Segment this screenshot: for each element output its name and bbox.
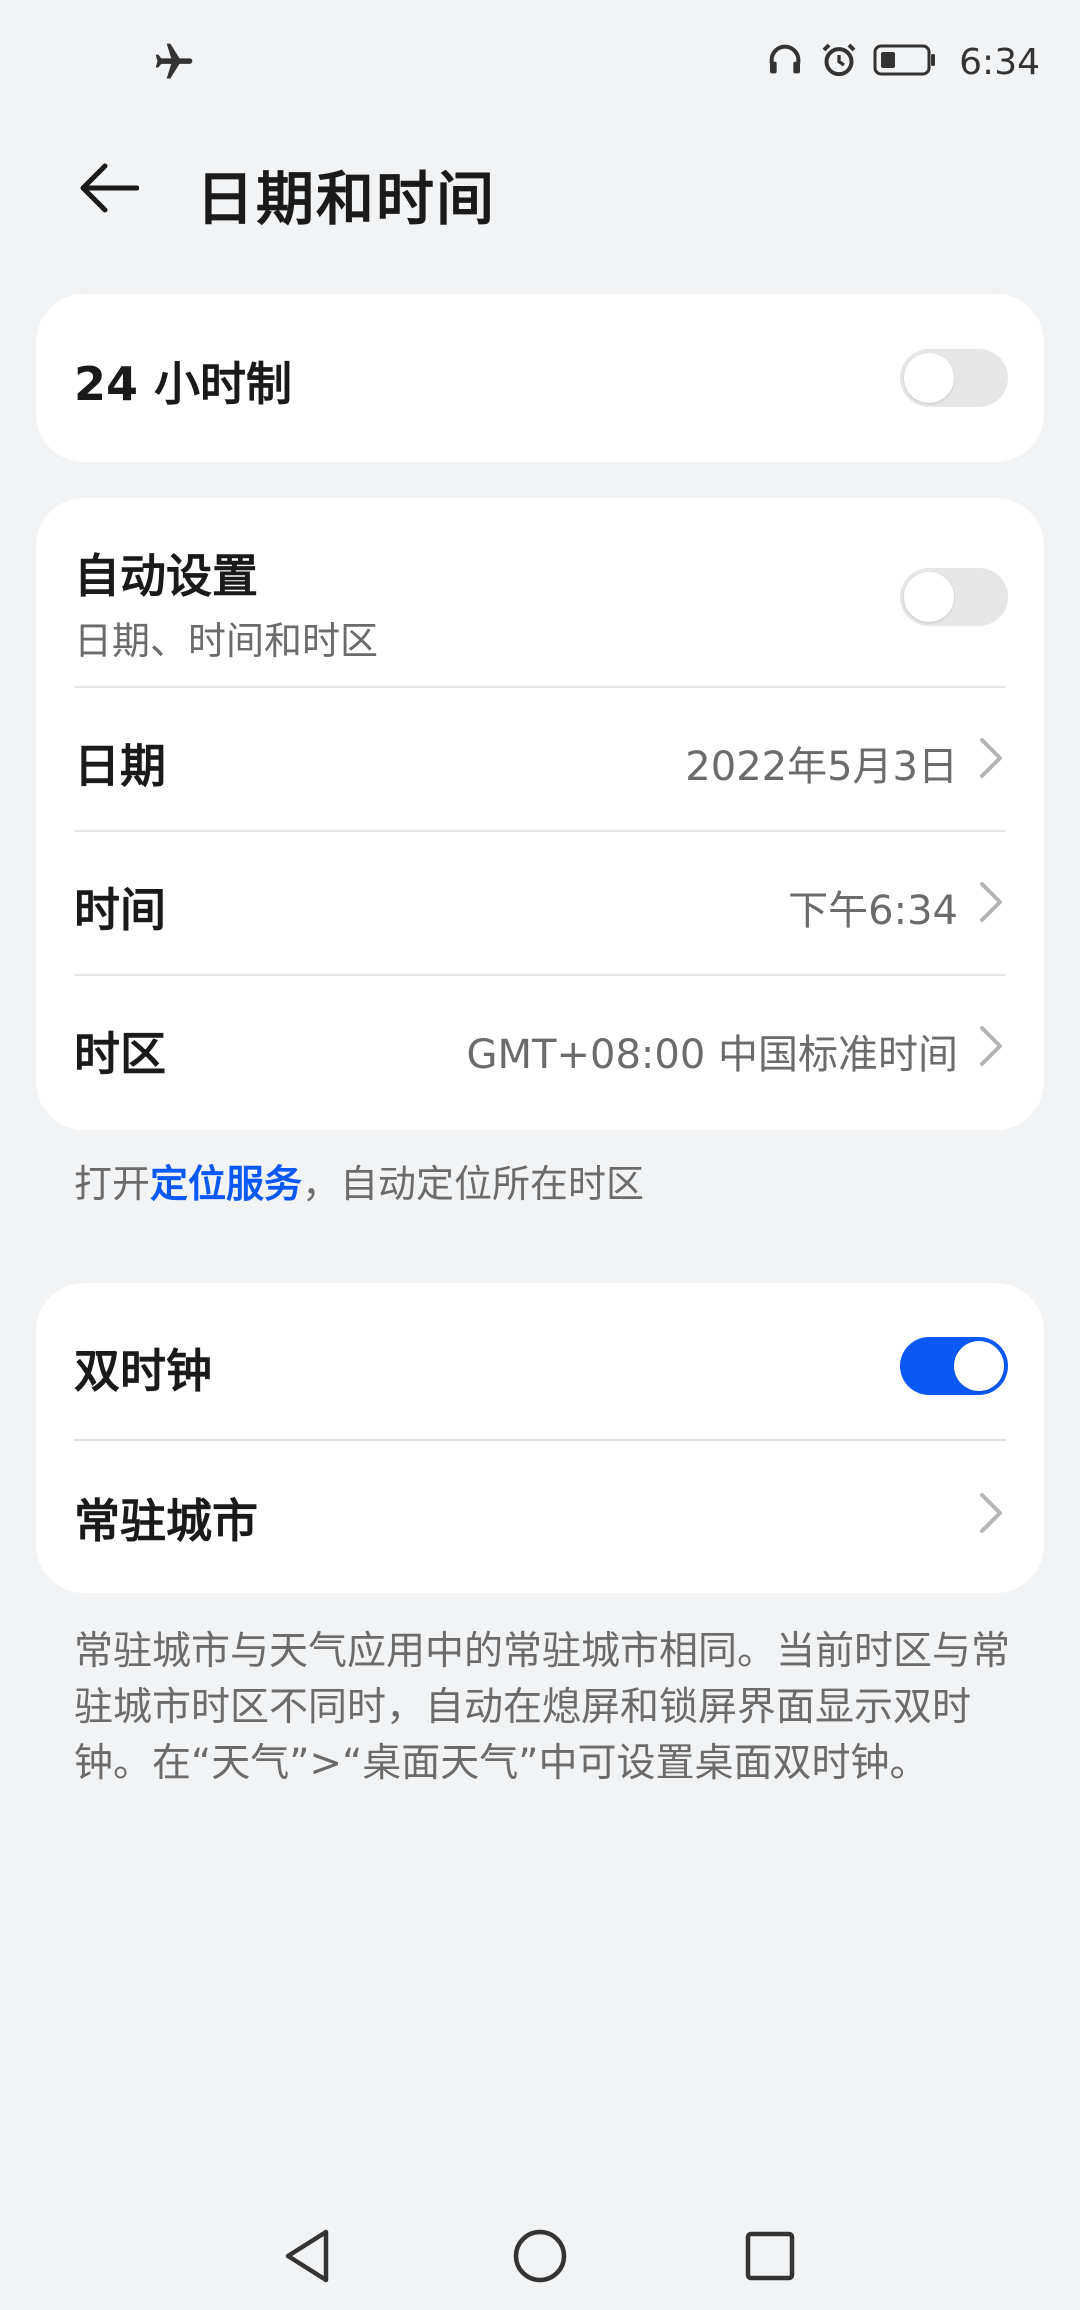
home-city-row[interactable]: 常驻城市 [36,1441,1044,1591]
auto-setting-toggle[interactable] [900,568,1008,626]
nav-home-button[interactable] [500,2216,580,2296]
airplane-icon [152,40,196,84]
time-row[interactable]: 时间 下午6:34 [36,832,1044,974]
status-bar: 6:34 [0,0,1080,120]
battery-icon [873,42,937,82]
chevron-right-icon [980,1026,1002,1066]
time-value: 下午6:34 [788,888,958,934]
auto-setting-row[interactable]: 自动设置 日期、时间和时区 [36,498,1044,686]
triangle-back-icon [285,2229,329,2283]
hour24-label: 24 小时制 [74,357,293,411]
timezone-label: 时区 [74,1027,166,1081]
alarm-icon [819,40,859,84]
timezone-row[interactable]: 时区 GMT+08:00 中国标准时间 [36,976,1044,1126]
page-title: 日期和时间 [196,165,497,233]
circle-home-icon [513,2229,567,2283]
hour24-card: 24 小时制 [36,294,1044,462]
nav-recents-button[interactable] [730,2216,810,2296]
auto-setting-label: 自动设置 [74,549,258,603]
status-time: 6:34 [959,41,1040,83]
date-row[interactable]: 日期 2022年5月3日 [36,688,1044,830]
location-service-link[interactable]: 定位服务 [150,1162,302,1206]
timezone-value: GMT+08:00 中国标准时间 [466,1032,958,1078]
date-label: 日期 [74,739,166,793]
chevron-right-icon [980,1493,1002,1533]
hour24-row[interactable]: 24 小时制 [36,294,1044,462]
navigation-bar [0,2200,1080,2310]
hour24-toggle[interactable] [900,349,1008,407]
back-button[interactable] [68,154,148,226]
dual-clock-description: 常驻城市与天气应用中的常驻城市相同。当前时区与常驻城市时区不同时，自动在熄屏和锁… [74,1629,1011,1786]
location-note-suffix: ，自动定位所在时区 [302,1162,645,1206]
page-header: 日期和时间 [0,130,1080,250]
dual-clock-row[interactable]: 双时钟 [36,1283,1044,1439]
dual-clock-toggle[interactable] [900,1337,1008,1395]
arrow-left-icon [77,162,140,218]
dual-clock-card: 双时钟 常驻城市 [36,1283,1044,1593]
location-note: 打开定位服务，自动定位所在时区 [74,1156,644,1212]
nav-back-button[interactable] [268,2216,348,2296]
time-label: 时间 [74,883,166,937]
chevron-right-icon [980,882,1002,922]
auto-setting-sublabel: 日期、时间和时区 [74,619,379,663]
home-city-label: 常驻城市 [74,1494,258,1548]
location-note-prefix: 打开 [74,1162,151,1206]
datetime-card: 自动设置 日期、时间和时区 日期 2022年5月3日 时间 下午6:34 时区 … [36,498,1044,1130]
chevron-right-icon [980,738,1002,778]
date-value: 2022年5月3日 [685,744,958,790]
square-recents-icon [745,2231,795,2281]
dual-clock-label: 双时钟 [74,1344,212,1398]
headphones-icon [765,40,805,84]
